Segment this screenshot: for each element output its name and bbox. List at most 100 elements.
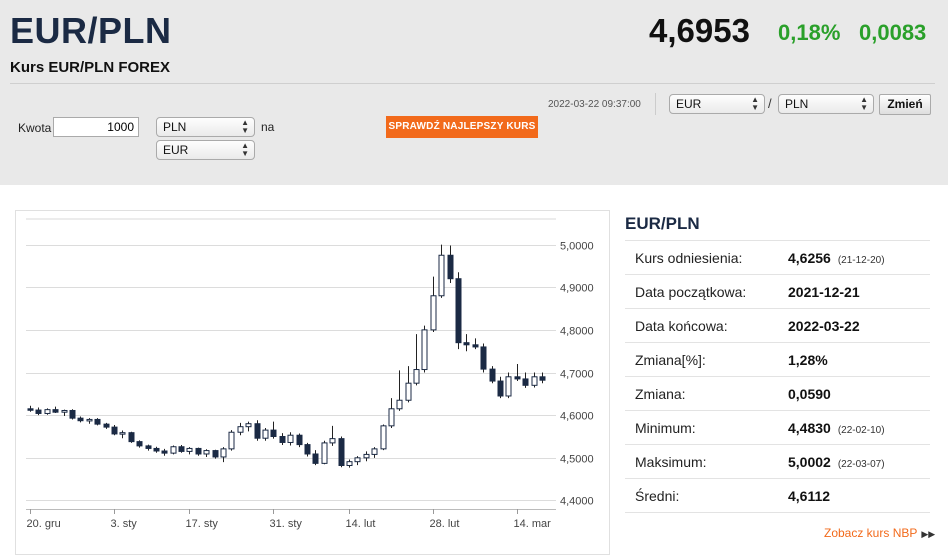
- candle-body: [472, 344, 479, 348]
- candle-body: [338, 438, 345, 467]
- pair-subtitle: Kurs EUR/PLN FOREX: [10, 59, 171, 76]
- y-tick-label: 4,4000: [560, 496, 594, 508]
- candle-body: [103, 423, 110, 428]
- quote-datetime: 2022-03-22 09:37:00: [548, 99, 641, 110]
- candle-body: [228, 431, 235, 450]
- candle-body: [304, 444, 311, 455]
- y-tick-label: 4,7000: [560, 369, 594, 381]
- candle-body: [396, 399, 403, 410]
- y-tick-label: 4,5000: [560, 454, 594, 466]
- amount-input[interactable]: [53, 117, 139, 137]
- candlestick-chart[interactable]: 4,4000 4,5000 4,6000 4,7000 4,8000 4,9000 5,00…: [16, 211, 609, 554]
- stats-date: (22-03-07): [837, 458, 885, 470]
- from-currency-value: PLN: [163, 120, 187, 134]
- candle-body: [35, 409, 42, 414]
- stats-value: 5,0002: [788, 453, 831, 470]
- stats-row: Kurs odniesienia: 4,6256 (21-12-20): [625, 240, 930, 275]
- stats-value: 1,28%: [788, 351, 828, 368]
- y-tick-label: 4,8000: [560, 326, 594, 338]
- candle-body: [153, 447, 160, 452]
- stats-row: Zmiana[%]: 1,28%: [625, 342, 930, 377]
- quote-header: EUR/PLN Kurs EUR/PLN FOREX 4,6953 0,18% …: [0, 0, 948, 175]
- stats-row: Zmiana: 0,0590: [625, 376, 930, 411]
- candle-body: [522, 378, 529, 386]
- candle-body: [262, 429, 269, 439]
- candle-body: [346, 461, 353, 466]
- candle-body: [186, 447, 193, 452]
- candle-body: [380, 425, 387, 450]
- stats-value-cell: 4,4830 (22-02-10): [788, 410, 930, 445]
- candle-body: [86, 418, 93, 422]
- quote-change-absolute: 0,0083: [859, 20, 927, 45]
- stats-label: Data początkowa:: [625, 274, 788, 309]
- x-tick-label: 14. lut: [346, 518, 376, 530]
- candle-body: [52, 409, 59, 413]
- stats-value-cell: 0,0590: [788, 376, 930, 411]
- stats-value: 0,0590: [788, 385, 831, 402]
- nbp-rate-link[interactable]: Zobacz kurs NBP ▶▶: [824, 526, 935, 540]
- candle-body: [203, 450, 210, 455]
- stats-label: Maksimum:: [625, 444, 788, 479]
- quote-currency-value: PLN: [785, 97, 809, 111]
- base-currency-select[interactable]: EUR ▲ ▼: [669, 94, 765, 114]
- candle-body: [405, 382, 412, 401]
- candle-body: [312, 453, 319, 464]
- stats-date: (21-12-20): [837, 254, 885, 266]
- stats-value-cell: 4,6256 (21-12-20): [788, 240, 930, 275]
- candle-body: [111, 426, 118, 435]
- candle-body: [489, 368, 496, 382]
- double-triangle-right-icon: ▶▶: [921, 529, 936, 539]
- stats-title: EUR/PLN: [625, 214, 700, 233]
- candle-body: [447, 254, 454, 280]
- candle-body: [497, 380, 504, 397]
- quote-currency-select[interactable]: PLN ▲ ▼: [778, 94, 874, 114]
- candle-body: [270, 429, 277, 437]
- stats-table: Kurs odniesienia: 4,6256 (21-12-20) Data po…: [625, 240, 930, 513]
- pair-title: EUR/PLN: [10, 10, 172, 51]
- from-currency-select[interactable]: PLN ▲ ▼: [156, 117, 255, 137]
- candle-body: [329, 438, 336, 444]
- to-currency-select[interactable]: EUR ▲ ▼: [156, 140, 255, 160]
- candle-body: [77, 417, 84, 422]
- header-divider: [10, 83, 935, 84]
- candle-body: [421, 329, 428, 371]
- candle-body: [413, 369, 420, 384]
- stats-label: Minimum:: [625, 410, 788, 445]
- candle-body: [44, 409, 51, 414]
- candle-body: [212, 450, 219, 458]
- candle-body: [136, 441, 143, 447]
- updown-arrows-icon: ▲ ▼: [241, 141, 249, 158]
- x-tick-label: 28. lut: [430, 518, 460, 530]
- candle-body: [128, 432, 135, 443]
- candle-body: [119, 432, 126, 435]
- candle-body: [505, 376, 512, 397]
- x-tick-label: 17. sty: [186, 518, 219, 530]
- best-rate-button[interactable]: SPRAWDŹ NAJLEPSZY KURS: [386, 116, 538, 138]
- stats-value-cell: 4,6112: [788, 478, 930, 513]
- candle-body: [161, 450, 168, 454]
- stats-label: Kurs odniesienia:: [625, 240, 788, 275]
- stats-label: Zmiana:: [625, 376, 788, 411]
- stats-label: Średni:: [625, 478, 788, 513]
- x-tick-label: 20. gru: [27, 518, 61, 530]
- candle-body: [145, 445, 152, 449]
- candle-body: [539, 376, 546, 381]
- nbp-link-label: Zobacz kurs NBP: [824, 526, 918, 540]
- candle-body: [371, 448, 378, 455]
- candle-body: [531, 376, 538, 386]
- selector-divider: [655, 93, 656, 115]
- quote-change-percent: 0,18%: [778, 20, 841, 45]
- change-pair-button[interactable]: Zmień: [879, 94, 931, 115]
- candle-body: [438, 254, 445, 297]
- stats-value-cell: 2021-12-21: [788, 274, 930, 309]
- stats-row: Maksimum: 5,0002 (22-03-07): [625, 444, 930, 479]
- stats-value: 2022-03-22: [788, 317, 860, 334]
- updown-arrows-icon: ▲ ▼: [241, 118, 249, 135]
- candle-body: [514, 376, 521, 380]
- candle-body: [69, 409, 76, 419]
- candle-body: [363, 453, 370, 459]
- stats-label: Zmiana[%]:: [625, 342, 788, 377]
- candle-body: [245, 423, 252, 428]
- candle-body: [254, 423, 261, 439]
- candle-body: [220, 448, 227, 458]
